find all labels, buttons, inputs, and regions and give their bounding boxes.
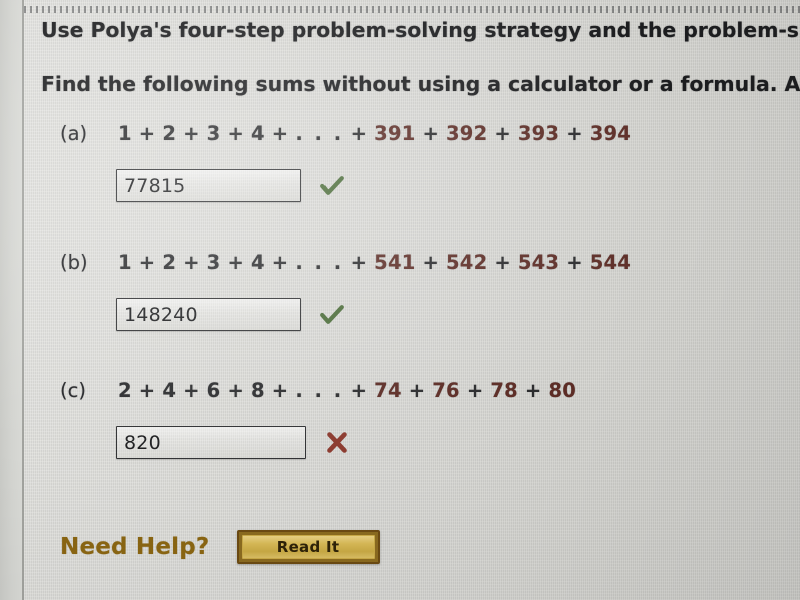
part-c-expression-row: (c) 2 + 4 + 6 + 8 + . . . + 74 + 76 + 78 <box>60 379 780 413</box>
operator: + <box>227 251 244 274</box>
operator: + <box>494 122 511 145</box>
operator: + <box>524 379 542 402</box>
need-help-section: Need Help? Read It <box>60 530 380 570</box>
term: 1 <box>118 251 132 274</box>
read-it-button-label: Read It <box>276 538 340 556</box>
instruction-line-1: Use Polya's four-step problem-solving st… <box>41 18 799 42</box>
operator: + <box>422 251 440 274</box>
term: 3 <box>206 251 221 274</box>
term: 76 <box>432 379 460 402</box>
operator: + <box>566 122 583 145</box>
part-c-answer-input[interactable]: 820 <box>116 426 306 459</box>
read-it-button-inner: Read It <box>241 535 375 559</box>
part-b-answer-input[interactable]: 148240 <box>116 298 301 331</box>
part-a-expression: 1 + 2 + 3 + 4 + . . . + 391 + 392 + 393 … <box>118 122 631 145</box>
term: 3 <box>206 122 221 145</box>
need-help-label: Need Help? <box>60 534 210 560</box>
problem-part-c: (c) 2 + 4 + 6 + 8 + . . . + 74 + 76 + 78 <box>60 379 780 489</box>
term: 78 <box>490 379 518 402</box>
part-c-answer-value: 820 <box>124 431 161 454</box>
operator: + <box>138 379 156 402</box>
term: 393 <box>517 122 560 145</box>
operator: + <box>138 122 156 145</box>
read-it-button[interactable]: Read It <box>236 530 380 564</box>
term: 392 <box>446 122 488 145</box>
problem-part-a: (a) 1 + 2 + 3 + 4 + . . . + 391 + 392 + … <box>60 122 780 232</box>
part-c-answer-row: 820 <box>116 426 350 459</box>
green-check-icon <box>319 173 345 199</box>
term: 4 <box>250 122 265 145</box>
term: 543 <box>517 251 560 274</box>
part-b-expression: 1 + 2 + 3 + 4 + . . . + 541 + 542 + 543 … <box>118 251 631 274</box>
red-cross-icon <box>324 430 350 456</box>
operator: + <box>422 122 440 145</box>
operator: + <box>183 251 200 274</box>
term: 80 <box>548 379 576 402</box>
operator: + <box>350 251 368 274</box>
part-b-answer-value: 148240 <box>124 303 198 326</box>
term: 1 <box>118 122 132 145</box>
problem-content: Use Polya's four-step problem-solving st… <box>0 0 800 600</box>
green-check-icon <box>319 302 345 328</box>
operator: + <box>227 122 244 145</box>
term: 8 <box>250 379 265 402</box>
part-b-label: (b) <box>60 251 88 274</box>
term: 6 <box>206 379 221 402</box>
term: 391 <box>374 122 416 145</box>
operator: + <box>271 251 289 274</box>
operator: + <box>494 251 511 274</box>
ellipsis: . . . <box>295 122 344 145</box>
operator: + <box>271 122 289 145</box>
ellipsis: . . . <box>295 379 344 402</box>
part-c-label: (c) <box>60 379 86 402</box>
part-b-answer-row: 148240 <box>116 298 345 331</box>
operator: + <box>271 379 289 402</box>
operator: + <box>350 122 368 145</box>
part-a-answer-input[interactable]: 77815 <box>116 169 301 202</box>
screen-photo: Use Polya's four-step problem-solving st… <box>0 0 800 600</box>
part-a-label: (a) <box>60 122 88 145</box>
problem-part-b: (b) 1 + 2 + 3 + 4 + . . . + 541 + 542 + … <box>60 251 780 361</box>
operator: + <box>408 379 426 402</box>
operator: + <box>566 251 583 274</box>
operator: + <box>138 251 156 274</box>
term: 544 <box>589 251 632 274</box>
term: 394 <box>589 122 632 145</box>
term: 541 <box>374 251 416 274</box>
term: 2 <box>162 251 177 274</box>
instruction-line-2: Find the following sums without using a … <box>41 72 800 96</box>
part-b-expression-row: (b) 1 + 2 + 3 + 4 + . . . + 541 + 542 + … <box>60 251 780 285</box>
part-c-expression: 2 + 4 + 6 + 8 + . . . + 74 + 76 + 78 + 8 <box>118 379 576 402</box>
ellipsis: . . . <box>295 251 344 274</box>
part-a-expression-row: (a) 1 + 2 + 3 + 4 + . . . + 391 + 392 + … <box>60 122 780 156</box>
term: 2 <box>118 379 132 402</box>
term: 4 <box>250 251 265 274</box>
part-a-answer-value: 77815 <box>124 174 186 197</box>
term: 4 <box>162 379 177 402</box>
term: 2 <box>162 122 177 145</box>
operator: + <box>227 379 244 402</box>
operator: + <box>350 379 368 402</box>
operator: + <box>183 122 200 145</box>
term: 542 <box>446 251 488 274</box>
operator: + <box>466 379 484 402</box>
operator: + <box>183 379 200 402</box>
term: 74 <box>374 379 402 402</box>
part-a-answer-row: 77815 <box>116 169 345 202</box>
